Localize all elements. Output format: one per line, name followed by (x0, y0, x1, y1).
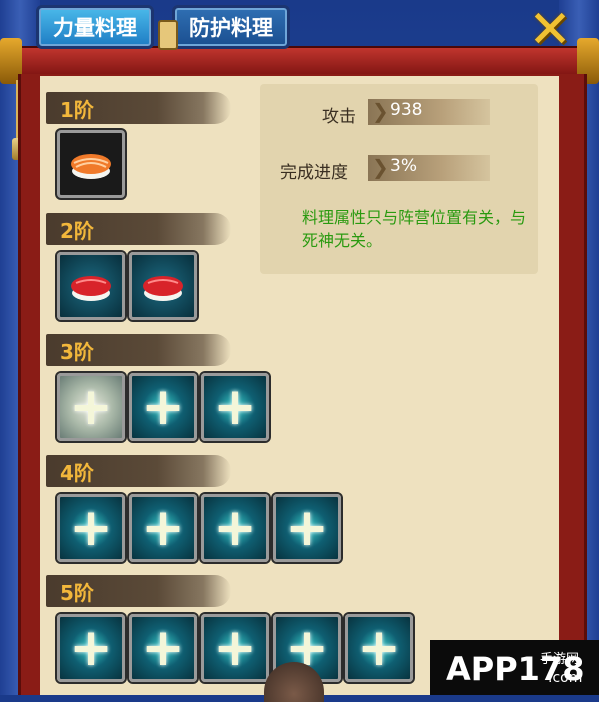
tier-label: 4阶 (60, 461, 94, 485)
tab-defense-cuisine[interactable]: 防护料理 (172, 5, 290, 49)
empty-slot[interactable]: + (273, 494, 341, 562)
attack-value: 938 (390, 100, 423, 120)
plus-icon: + (69, 618, 113, 678)
close-x-icon[interactable]: ✕ (522, 4, 578, 56)
empty-slot[interactable]: + (129, 373, 197, 441)
plus-icon: + (213, 377, 257, 437)
tier-label: 1阶 (60, 98, 94, 122)
dish-slot-salmon-sushi[interactable] (57, 130, 125, 198)
plus-icon: + (357, 618, 401, 678)
empty-slot[interactable]: + (57, 494, 125, 562)
plus-icon: + (213, 618, 257, 678)
empty-slot[interactable]: + (129, 614, 197, 682)
tier-header-1: 1阶 (46, 92, 231, 124)
watermark-badge: APP178 手游网 .com (430, 640, 599, 695)
progress-value: 3% (390, 156, 417, 176)
progress-label: 完成进度 (280, 163, 348, 183)
plus-icon: + (141, 377, 185, 437)
tier-header-4: 4阶 (46, 455, 231, 487)
empty-slot[interactable]: + (201, 614, 269, 682)
salmon-sushi-icon (71, 154, 111, 179)
tier-header-2: 2阶 (46, 213, 231, 245)
tuna-sushi-icon (143, 276, 183, 301)
empty-slot[interactable]: + (345, 614, 413, 682)
plus-icon: + (285, 498, 329, 558)
chevron-right-icon: ❯ (372, 99, 389, 123)
cuisine-note: 料理属性只与阵营位置有关，与死神无关。 (302, 208, 527, 250)
plus-icon: + (213, 498, 257, 558)
empty-slot-selected[interactable]: + (57, 373, 125, 441)
empty-slot[interactable]: + (57, 614, 125, 682)
tab-power-cuisine[interactable]: 力量料理 (36, 5, 154, 49)
chevron-right-icon: ❯ (372, 155, 389, 179)
tier-label: 5阶 (60, 581, 94, 605)
attack-bar: ❯ 938 (368, 99, 490, 125)
attack-label: 攻击 (322, 107, 356, 127)
progress-bar: ❯ 3% (368, 155, 490, 181)
empty-slot[interactable]: + (201, 373, 269, 441)
empty-slot[interactable]: + (201, 494, 269, 562)
dish-slot-tuna-sushi[interactable] (57, 252, 125, 320)
tab-connector (158, 20, 178, 50)
tier-label: 3阶 (60, 340, 94, 364)
tuna-sushi-icon (71, 276, 111, 301)
plus-icon: + (141, 618, 185, 678)
watermark-sub: 手游网 (540, 652, 580, 667)
tier-header-5: 5阶 (46, 575, 231, 607)
dish-slot-tuna-sushi[interactable] (129, 252, 197, 320)
plus-icon: + (141, 498, 185, 558)
watermark-domain: .com (548, 670, 583, 686)
empty-slot[interactable]: + (129, 494, 197, 562)
plus-icon: + (69, 498, 113, 558)
tier-header-3: 3阶 (46, 334, 231, 366)
plus-icon: + (69, 377, 113, 437)
tier-label: 2阶 (60, 219, 94, 243)
